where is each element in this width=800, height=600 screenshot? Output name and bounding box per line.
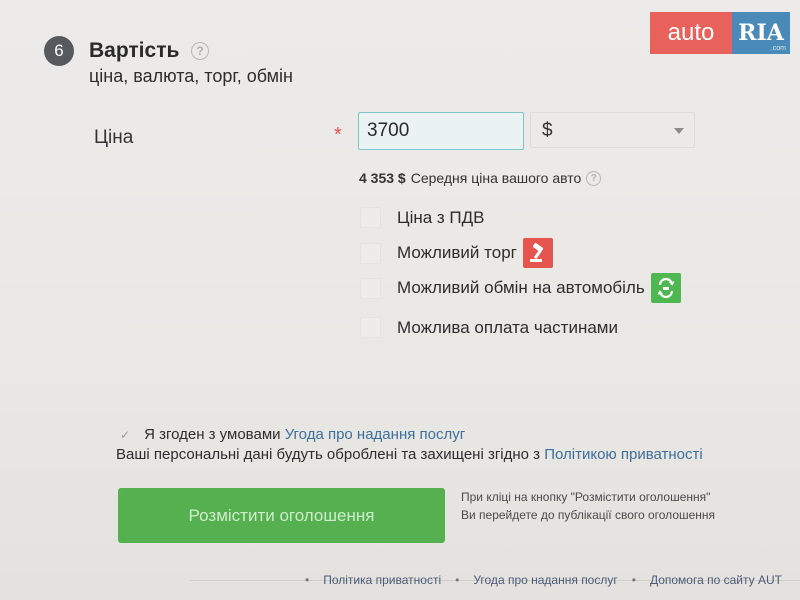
gavel-icon (522, 238, 553, 268)
footer-link-terms[interactable]: Угода про надання послуг (473, 573, 617, 587)
checkbox[interactable] (360, 317, 381, 338)
submit-note-line: При кліці на кнопку "Розмістити оголошен… (461, 490, 711, 504)
option-exchange[interactable]: Можливий обмін на автомобіль (360, 273, 681, 303)
footer-dot: • (631, 573, 636, 587)
terms-agreement: ✓ Я згоден з умовами Угода про надання п… (120, 426, 465, 443)
footer-link-privacy[interactable]: Політика приватності (323, 573, 441, 587)
option-vat[interactable]: Ціна з ПДВ (360, 207, 485, 228)
submit-note: При кліці на кнопку "Розмістити оголошен… (461, 488, 715, 524)
checkmark-icon[interactable]: ✓ (120, 428, 130, 442)
help-icon[interactable]: ? (586, 170, 602, 186)
submit-note-line: Ви перейдете до публікації свого оголоше… (461, 508, 716, 522)
required-asterisk: * (334, 124, 342, 146)
logo-ria-label: RIA (738, 20, 784, 46)
checkbox[interactable] (360, 277, 381, 299)
currency-value: $ (542, 120, 553, 141)
privacy-notice: Ваші персональні дані будуть оброблені т… (116, 446, 703, 463)
footer-link-help[interactable]: Допомога по сайту AUT (650, 573, 782, 587)
option-installments[interactable]: Можлива оплата частинами (360, 317, 618, 338)
logo-auto-text: auto (650, 12, 732, 54)
average-price-label: Середня ціна вашого авто (410, 170, 582, 186)
autoria-logo[interactable]: auto RIA .com (650, 12, 790, 54)
price-label: Ціна (94, 127, 134, 148)
submit-listing-button[interactable]: Розмістити оголошення (118, 488, 445, 543)
checkbox[interactable] (360, 242, 381, 264)
section-title: Вартість (89, 39, 180, 62)
option-bargain[interactable]: Можливий торг (360, 238, 553, 268)
chevron-down-icon (674, 128, 684, 134)
section-subtitle: ціна, валюта, торг, обмін (89, 66, 293, 86)
average-price-hint: 4 353 $ Середня ціна вашого авто ? (359, 170, 602, 186)
option-label: Можливий обмін на автомобіль (397, 278, 645, 297)
footer-dot: • (455, 573, 460, 587)
logo-com-label: .com (770, 45, 786, 52)
privacy-link[interactable]: Політикою приватності (544, 446, 702, 463)
logo-ria-text: RIA .com (732, 12, 790, 54)
privacy-text: Ваші персональні дані будуть оброблені т… (116, 446, 541, 463)
step-number-badge: 6 (44, 36, 74, 66)
exchange-icon (650, 273, 681, 303)
footer-dot: • (305, 573, 310, 587)
option-label: Ціна з ПДВ (397, 207, 485, 227)
terms-text: Я згоден з умовами (144, 426, 281, 443)
help-icon[interactable]: ? (191, 42, 209, 60)
footer-links: • Політика приватності • Угода про надан… (305, 573, 782, 587)
option-label: Можливий торг (397, 243, 517, 262)
option-label: Можлива оплата частинами (397, 317, 618, 337)
checkbox[interactable] (360, 207, 381, 228)
price-input[interactable] (358, 112, 524, 150)
average-price-value: 4 353 $ (359, 170, 406, 186)
currency-select[interactable]: $ (530, 112, 695, 148)
terms-link[interactable]: Угода про надання послуг (285, 426, 466, 443)
